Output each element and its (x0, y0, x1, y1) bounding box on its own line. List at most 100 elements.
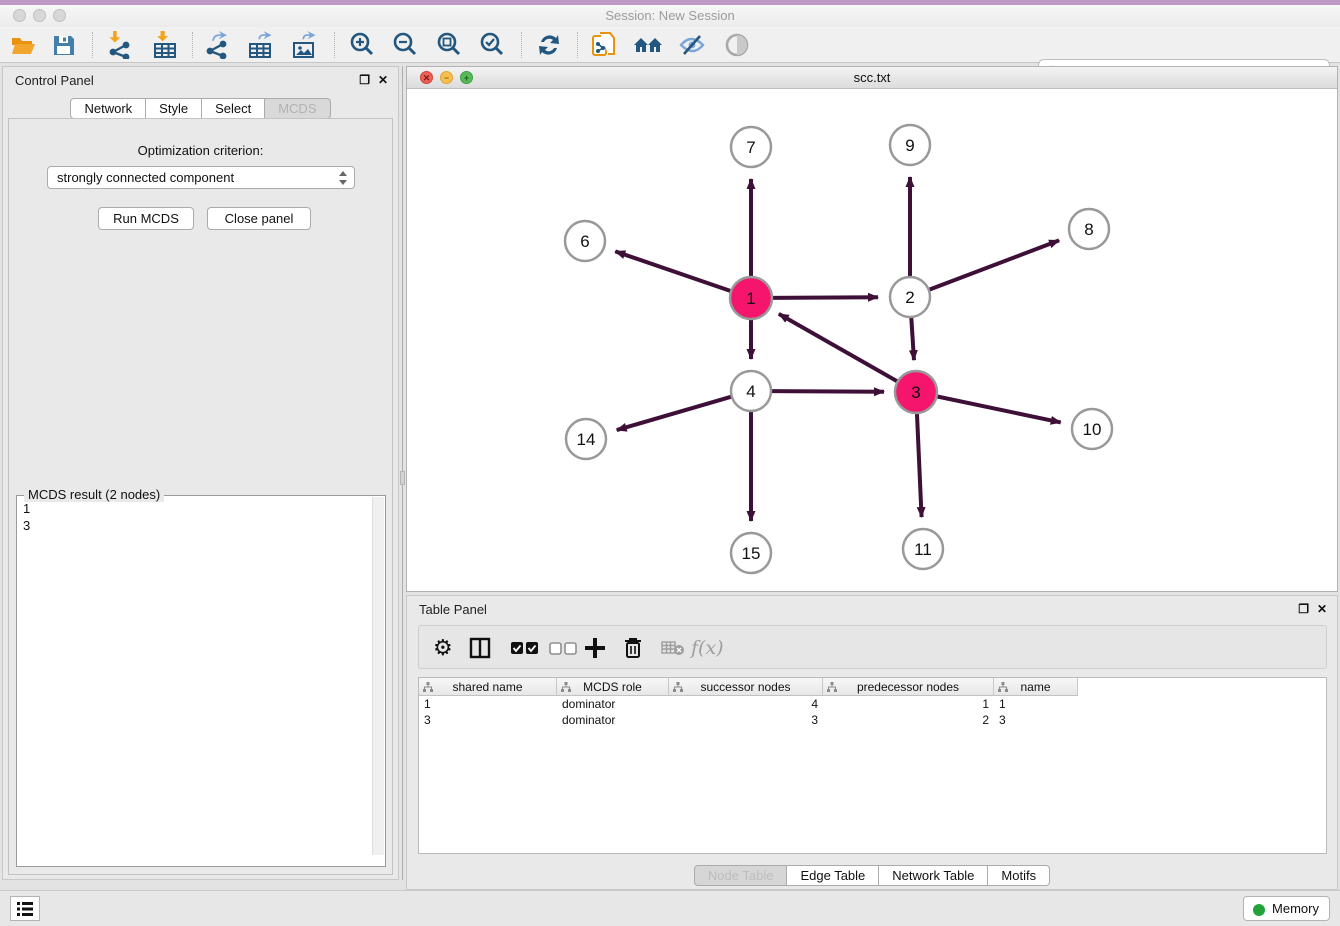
close-panel-icon[interactable]: ✕ (1317, 602, 1327, 616)
criterion-dropdown[interactable]: strongly connected component (47, 166, 355, 189)
network-canvas[interactable]: 7968124314101511 (407, 89, 1337, 591)
main-toolbar (0, 27, 1340, 63)
hierarchy-icon (561, 682, 571, 692)
column-header-predecessor-nodes[interactable]: predecessor nodes (823, 678, 994, 696)
select-all-icon[interactable] (511, 633, 539, 663)
edge-1-2[interactable] (771, 297, 878, 298)
node-label-6: 6 (580, 232, 589, 251)
table-cell[interactable]: 4 (669, 696, 823, 712)
export-table-icon[interactable] (246, 30, 276, 60)
node-table[interactable]: shared nameMCDS rolesuccessor nodesprede… (418, 677, 1327, 854)
window-title: Session: New Session (0, 8, 1340, 23)
table-cell[interactable]: dominator (557, 696, 669, 712)
dropdown-stepper-icon (338, 170, 348, 186)
network-window-titlebar[interactable]: ✕ − + scc.txt (407, 67, 1337, 89)
tab-motifs[interactable]: Motifs (988, 865, 1050, 886)
first-neighbors-icon[interactable] (633, 30, 663, 60)
edge-2-8[interactable] (929, 240, 1059, 290)
show-column-icon[interactable] (469, 633, 491, 663)
table-settings-icon[interactable]: ⚙ (433, 633, 453, 663)
table-cell[interactable]: 2 (823, 712, 994, 728)
edge-1-6[interactable] (615, 251, 732, 291)
toolbar-separator (334, 32, 335, 58)
hide-selected-icon[interactable] (677, 30, 707, 60)
tab-network-table[interactable]: Network Table (879, 865, 988, 886)
task-history-button[interactable] (10, 896, 40, 921)
open-session-icon[interactable] (8, 30, 38, 60)
table-cell[interactable]: 1 (994, 696, 1078, 712)
control-panel-tabs: NetworkStyleSelectMCDS (3, 98, 398, 119)
node-label-15: 15 (742, 544, 761, 563)
table-row[interactable]: 1dominator411 (419, 696, 1326, 712)
show-all-icon[interactable] (722, 30, 752, 60)
hierarchy-icon (423, 682, 433, 692)
float-panel-icon[interactable]: ❐ (359, 73, 370, 87)
zoom-out-icon[interactable] (390, 30, 420, 60)
hierarchy-icon (673, 682, 683, 692)
edge-3-1[interactable] (779, 314, 899, 382)
network-view-window: ✕ − + scc.txt 7968124314101511 (406, 66, 1338, 592)
criterion-value: strongly connected component (57, 170, 234, 185)
control-panel-title: Control Panel (15, 73, 94, 88)
table-cell[interactable]: 3 (419, 712, 557, 728)
edge-3-11[interactable] (917, 412, 922, 517)
optimization-criterion-label: Optimization criterion: (9, 143, 392, 158)
function-builder-icon[interactable]: f(x) (691, 633, 724, 663)
tab-style[interactable]: Style (146, 98, 202, 119)
status-bar: Memory (0, 890, 1340, 926)
result-scrollbar[interactable] (372, 497, 384, 855)
toolbar-separator (521, 32, 522, 58)
mcds-result-text: 1 3 (23, 500, 30, 534)
table-cell[interactable]: 1 (823, 696, 994, 712)
tab-mcds[interactable]: MCDS (265, 98, 330, 119)
float-panel-icon[interactable]: ❐ (1298, 602, 1309, 616)
memory-button[interactable]: Memory (1243, 896, 1330, 921)
delete-column-icon[interactable] (661, 633, 685, 663)
edge-4-3[interactable] (771, 391, 884, 392)
export-image-icon[interactable] (290, 30, 320, 60)
column-header-successor-nodes[interactable]: successor nodes (669, 678, 823, 696)
edge-2-3[interactable] (911, 317, 914, 360)
run-mcds-button[interactable]: Run MCDS (98, 207, 194, 230)
refresh-layout-icon[interactable] (534, 30, 564, 60)
edge-3-10[interactable] (936, 396, 1061, 422)
tab-network[interactable]: Network (70, 98, 146, 119)
column-header-name[interactable]: name (994, 678, 1078, 696)
mcds-result-box: MCDS result (2 nodes) 1 3 (16, 495, 386, 867)
deselect-all-icon[interactable] (549, 633, 577, 663)
table-cell[interactable]: dominator (557, 712, 669, 728)
import-table-icon[interactable] (150, 30, 180, 60)
save-session-icon[interactable] (49, 30, 79, 60)
node-label-7: 7 (746, 138, 755, 157)
table-panel-tabs: Node TableEdge TableNetwork TableMotifs (407, 865, 1337, 886)
node-label-11: 11 (914, 540, 932, 559)
hierarchy-icon (998, 682, 1008, 692)
hierarchy-icon (827, 682, 837, 692)
edge-4-14[interactable] (617, 397, 732, 430)
close-panel-icon[interactable]: ✕ (378, 73, 388, 87)
zoom-fit-icon[interactable] (434, 30, 464, 60)
import-network-icon[interactable] (105, 30, 135, 60)
tab-edge-table[interactable]: Edge Table (787, 865, 879, 886)
add-row-icon[interactable] (585, 633, 605, 663)
node-label-2: 2 (905, 288, 914, 307)
column-header-shared-name[interactable]: shared name (419, 678, 557, 696)
table-row[interactable]: 3dominator323 (419, 712, 1326, 728)
toolbar-separator (577, 32, 578, 58)
table-cell[interactable]: 3 (669, 712, 823, 728)
tab-node-table[interactable]: Node Table (694, 865, 788, 886)
zoom-selected-icon[interactable] (477, 30, 507, 60)
zoom-in-icon[interactable] (347, 30, 377, 60)
panel-split-divider[interactable] (400, 66, 405, 880)
node-label-1: 1 (746, 289, 755, 308)
app-titlebar: Session: New Session (0, 5, 1340, 27)
table-cell[interactable]: 1 (419, 696, 557, 712)
column-header-MCDS-role[interactable]: MCDS role (557, 678, 669, 696)
delete-row-icon[interactable] (623, 633, 643, 663)
table-cell[interactable]: 3 (994, 712, 1078, 728)
export-network-icon[interactable] (203, 30, 233, 60)
tab-select[interactable]: Select (202, 98, 265, 119)
node-label-14: 14 (577, 430, 596, 449)
close-panel-button[interactable]: Close panel (207, 207, 311, 230)
new-network-from-selection-icon[interactable] (589, 30, 619, 60)
